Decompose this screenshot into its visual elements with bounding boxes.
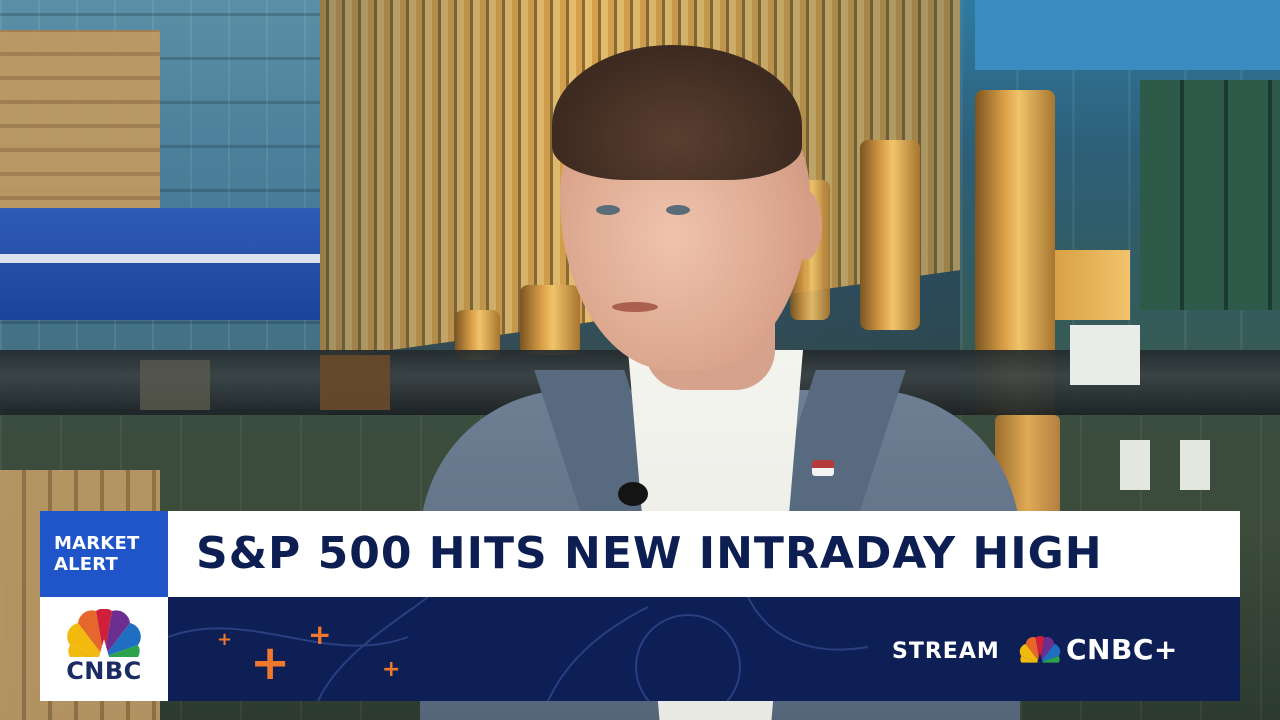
plus-decoration-icon: +: [308, 618, 332, 651]
cnbc-logo-text: CNBC: [66, 657, 142, 685]
background-tower-tan: [0, 30, 160, 220]
cnbc-peacock-small-icon: [1019, 635, 1061, 663]
plus-decoration-icon: +: [250, 635, 291, 691]
network-logo: CNBC: [40, 597, 168, 701]
lapel-microphone: [618, 482, 648, 506]
plus-decoration-icon: +: [217, 629, 233, 650]
ticker-bar: + + + + STREAM CNBC+: [168, 597, 1240, 701]
headline-text: S&P 500 HITS NEW INTRADAY HIGH: [196, 528, 1103, 579]
studio-blue-panel: [0, 208, 320, 320]
headline-bar: S&P 500 HITS NEW INTRADAY HIGH: [168, 511, 1240, 597]
flag-pin: [812, 460, 834, 476]
lower-third-banner: MARKET ALERT S&P 500 HITS NEW INTRADAY H…: [40, 511, 1240, 701]
guest-hair: [552, 45, 802, 180]
plus-decoration-icon: +: [382, 657, 401, 682]
stream-label: STREAM: [892, 639, 1000, 664]
cnbc-plus-label: CNBC+: [1066, 633, 1178, 666]
market-alert-badge: MARKET ALERT: [40, 511, 168, 597]
cnbc-plus-brand: CNBC+: [1018, 633, 1178, 666]
cnbc-peacock-icon: [67, 609, 141, 657]
alert-label-line1: MARKET: [54, 533, 140, 554]
alert-label-line2: ALERT: [54, 554, 119, 575]
